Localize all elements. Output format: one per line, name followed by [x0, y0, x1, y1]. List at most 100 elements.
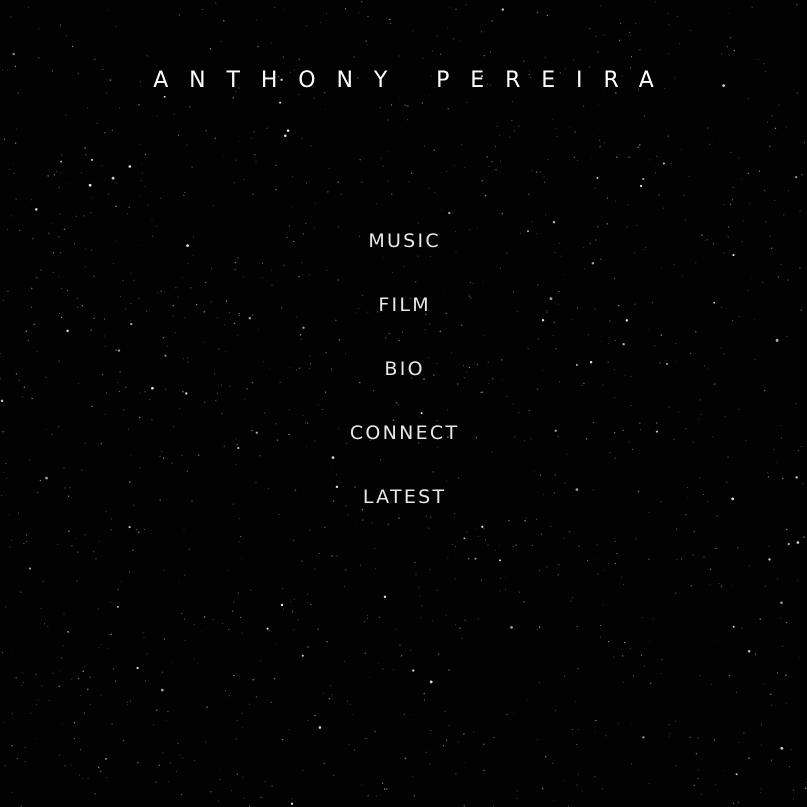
star	[167, 780, 170, 783]
star	[795, 175, 798, 179]
star	[220, 41, 222, 42]
star	[711, 683, 713, 686]
star	[248, 703, 251, 705]
star	[404, 104, 406, 106]
star	[488, 165, 490, 167]
star	[689, 736, 691, 739]
star	[523, 60, 525, 62]
star	[383, 788, 386, 790]
star	[787, 189, 789, 191]
star	[227, 570, 229, 571]
star	[162, 671, 164, 673]
star	[242, 776, 244, 778]
star	[407, 119, 409, 121]
star	[169, 762, 171, 764]
star	[35, 208, 38, 211]
nav-item-latest: LATEST	[0, 480, 807, 544]
star	[695, 753, 697, 755]
star	[328, 697, 331, 700]
star	[531, 544, 533, 546]
star	[352, 714, 353, 716]
star	[223, 156, 225, 158]
star	[552, 220, 556, 224]
star	[414, 561, 416, 563]
star	[733, 49, 735, 52]
star	[667, 135, 669, 137]
star	[466, 101, 468, 103]
star	[400, 656, 402, 658]
star	[495, 169, 497, 171]
star	[191, 166, 193, 168]
star	[144, 680, 146, 682]
star	[160, 688, 164, 692]
star	[90, 212, 92, 214]
star	[10, 16, 12, 18]
star	[448, 669, 450, 671]
star	[729, 37, 732, 39]
star	[288, 728, 290, 730]
nav-item-music: MUSIC	[0, 224, 807, 288]
star	[668, 735, 670, 737]
star	[64, 765, 66, 767]
star	[597, 51, 599, 53]
star	[87, 107, 88, 109]
star	[307, 594, 309, 595]
star	[210, 790, 212, 793]
star	[692, 554, 694, 556]
star	[241, 632, 243, 634]
star	[700, 793, 702, 795]
star	[387, 119, 389, 121]
star	[604, 569, 606, 571]
star	[593, 558, 595, 560]
star	[743, 732, 745, 734]
star	[457, 741, 459, 743]
star	[399, 644, 401, 646]
star	[596, 544, 598, 546]
star	[165, 720, 167, 721]
star	[544, 756, 547, 758]
nav-link-bio[interactable]: BIO	[382, 352, 425, 386]
star	[241, 558, 243, 560]
star	[314, 568, 316, 570]
star	[75, 215, 77, 217]
star	[153, 724, 154, 726]
star	[275, 189, 277, 191]
star	[445, 614, 447, 616]
star	[104, 179, 106, 181]
star	[180, 612, 183, 615]
nav-link-latest[interactable]: LATEST	[361, 480, 447, 514]
star	[557, 574, 559, 576]
star	[173, 113, 175, 115]
star	[41, 685, 43, 687]
star	[489, 51, 491, 53]
star	[378, 616, 380, 619]
star	[498, 545, 500, 547]
star	[547, 159, 549, 161]
star	[613, 656, 615, 658]
star	[76, 580, 78, 582]
star	[637, 146, 639, 149]
nav-link-film[interactable]: FILM	[376, 288, 431, 322]
star	[376, 795, 378, 797]
star	[597, 573, 599, 575]
star	[556, 218, 558, 220]
star	[680, 149, 682, 151]
star	[481, 31, 483, 33]
star	[454, 578, 456, 580]
star	[214, 137, 216, 139]
star	[551, 762, 554, 764]
star	[594, 731, 596, 733]
star	[616, 156, 618, 158]
star	[89, 676, 91, 678]
star	[266, 127, 268, 129]
star	[314, 202, 316, 204]
nav-link-music[interactable]: MUSIC	[366, 224, 441, 258]
star	[151, 219, 153, 221]
nav-link-connect[interactable]: CONNECT	[348, 416, 460, 450]
star	[661, 659, 663, 661]
star	[13, 172, 15, 175]
star	[571, 596, 574, 598]
star	[501, 213, 503, 215]
star	[36, 704, 37, 705]
star	[107, 193, 110, 196]
